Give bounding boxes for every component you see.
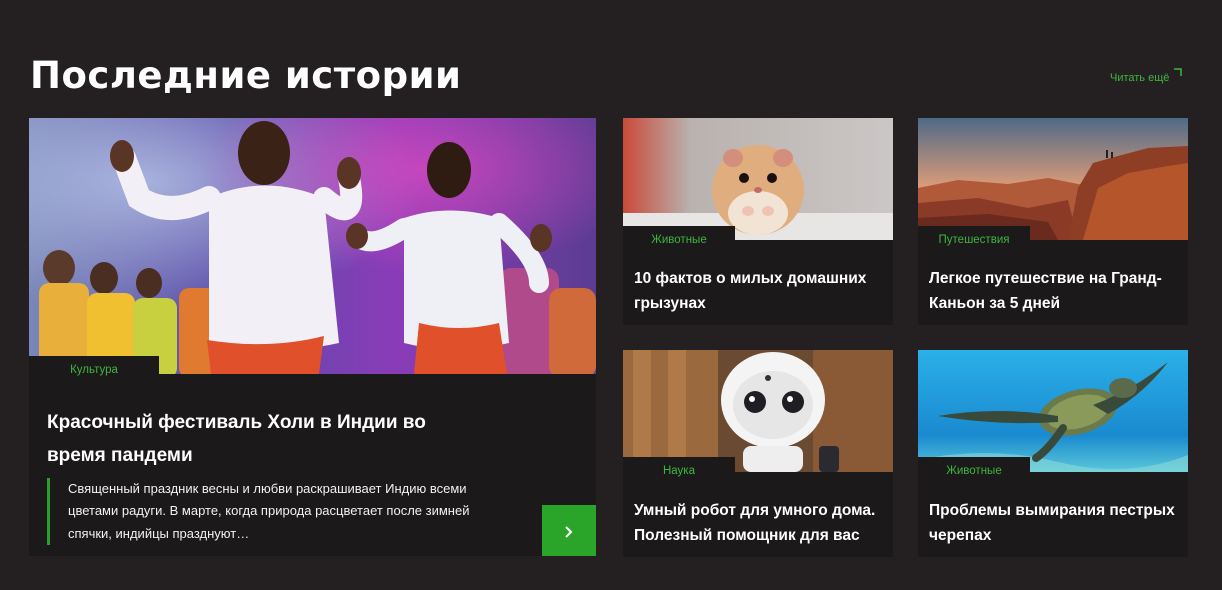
section-title: Последние истории: [30, 54, 462, 97]
story-image[interactable]: [918, 350, 1188, 472]
story-title[interactable]: Проблемы вымирания пестрых черепах: [929, 498, 1176, 548]
read-more-link[interactable]: Читать ещё: [1110, 70, 1169, 86]
story-card[interactable]: Животные Проблемы вымирания пестрых чере…: [918, 350, 1188, 557]
story-image[interactable]: [918, 118, 1188, 240]
category-tag[interactable]: Животные: [623, 226, 735, 255]
featured-story-image[interactable]: [29, 118, 596, 374]
story-card[interactable]: Путешествия Легкое путешествие на Гранд-…: [918, 118, 1188, 325]
chevron-right-icon: [565, 525, 573, 538]
story-card[interactable]: Наука Умный робот для умного дома. Полез…: [623, 350, 893, 557]
story-title[interactable]: Легкое путешествие на Гранд-Каньон за 5 …: [929, 266, 1176, 316]
story-card[interactable]: Животные 10 фактов о милых домашних грыз…: [623, 118, 893, 325]
featured-story-title[interactable]: Красочный фестиваль Холи в Индии во врем…: [47, 406, 427, 472]
external-corner-icon[interactable]: [1173, 68, 1182, 77]
story-image[interactable]: [623, 118, 893, 240]
category-tag[interactable]: Путешествия: [918, 226, 1030, 255]
read-story-button[interactable]: [542, 505, 596, 556]
story-title[interactable]: Умный робот для умного дома. Полезный по…: [634, 498, 881, 548]
story-image[interactable]: [623, 350, 893, 472]
story-title[interactable]: 10 фактов о милых домашних грызунах: [634, 266, 881, 316]
featured-story-card[interactable]: Культура Красочный фестиваль Холи в Инди…: [29, 118, 596, 556]
category-tag[interactable]: Животные: [918, 457, 1030, 486]
featured-story-excerpt: Священный праздник весны и любви раскраш…: [47, 478, 478, 545]
category-tag[interactable]: Наука: [623, 457, 735, 486]
category-tag[interactable]: Культура: [29, 356, 159, 385]
